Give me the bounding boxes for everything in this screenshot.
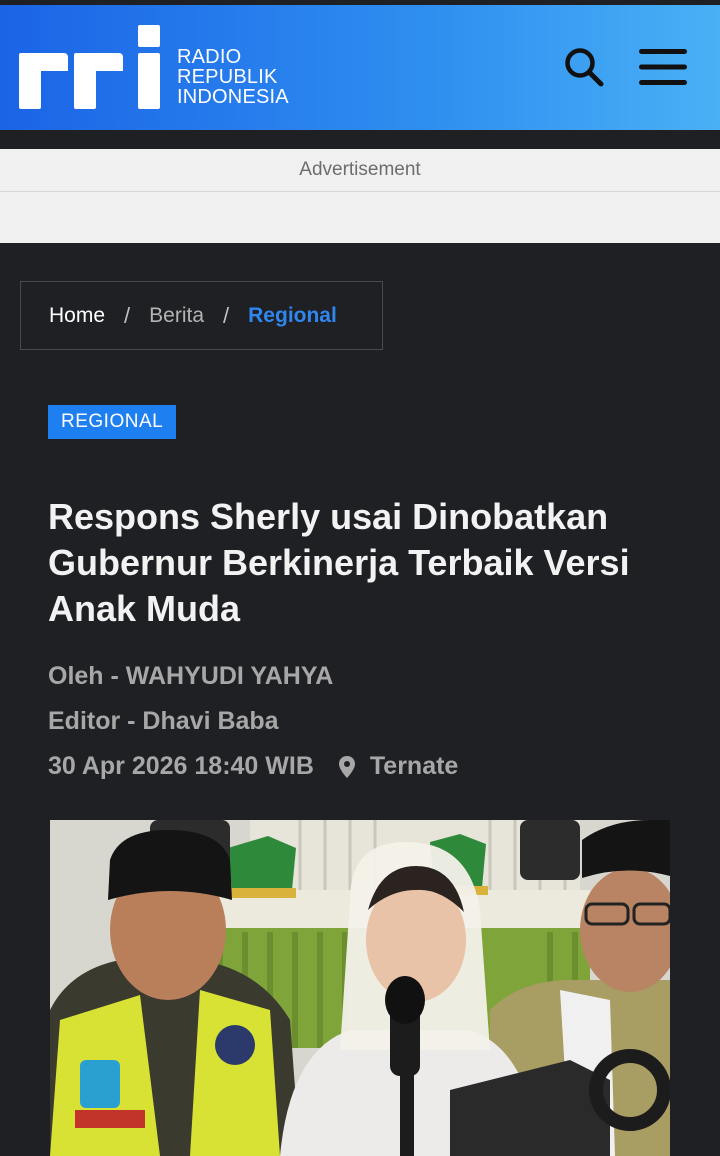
publish-date: 30 Apr 2026 18:40 WIB — [48, 752, 314, 780]
rri-logo[interactable] — [18, 25, 168, 111]
search-icon — [565, 48, 604, 87]
article-content: Home / Berita / Regional REGIONAL Respon… — [0, 281, 720, 789]
breadcrumb-separator: / — [124, 302, 131, 328]
article-photo-image — [50, 820, 670, 1156]
article-meta: Oleh - WAHYUDI YAHYA Editor - Dhavi Baba… — [48, 654, 720, 789]
author-text: Oleh - WAHYUDI YAHYA — [48, 662, 334, 690]
editor-text: Editor - Dhavi Baba — [48, 707, 279, 735]
breadcrumb-home[interactable]: Home — [49, 304, 105, 328]
brand-line-indonesia: INDONESIA — [177, 86, 289, 108]
location-text: Ternate — [369, 752, 459, 780]
site-header: RADIO REPUBLIK INDONESIA — [0, 5, 720, 130]
article-author: Oleh - WAHYUDI YAHYA — [48, 654, 720, 699]
breadcrumb-separator: / — [223, 302, 230, 328]
brand-name: RADIO REPUBLIK INDONESIA — [177, 47, 289, 107]
category-badge[interactable]: REGIONAL — [48, 405, 177, 439]
brand-line-radio: RADIO — [177, 46, 242, 68]
advertisement-divider — [0, 191, 720, 192]
article-editor: Editor - Dhavi Baba — [48, 699, 720, 744]
article-title: Respons Sherly usai Dinobatkan Gubernur … — [48, 496, 630, 629]
location-pin-icon — [338, 755, 356, 779]
advertisement-label: Advertisement — [299, 159, 421, 180]
advertisement-slot[interactable]: Advertisement — [0, 149, 720, 243]
hamburger-menu-icon — [639, 49, 687, 85]
menu-button[interactable] — [634, 43, 692, 91]
breadcrumb-berita[interactable]: Berita — [149, 304, 204, 328]
search-button[interactable] — [560, 43, 608, 91]
brand-line-republik: REPUBLIK — [177, 66, 278, 88]
breadcrumb: Home / Berita / Regional — [20, 281, 383, 350]
header-spacer — [0, 130, 720, 149]
article-photo[interactable] — [50, 820, 670, 1156]
article-date-location: 30 Apr 2026 18:40 WIB Ternate — [48, 744, 720, 789]
rri-logo-mark — [19, 25, 160, 109]
breadcrumb-regional[interactable]: Regional — [248, 304, 337, 328]
